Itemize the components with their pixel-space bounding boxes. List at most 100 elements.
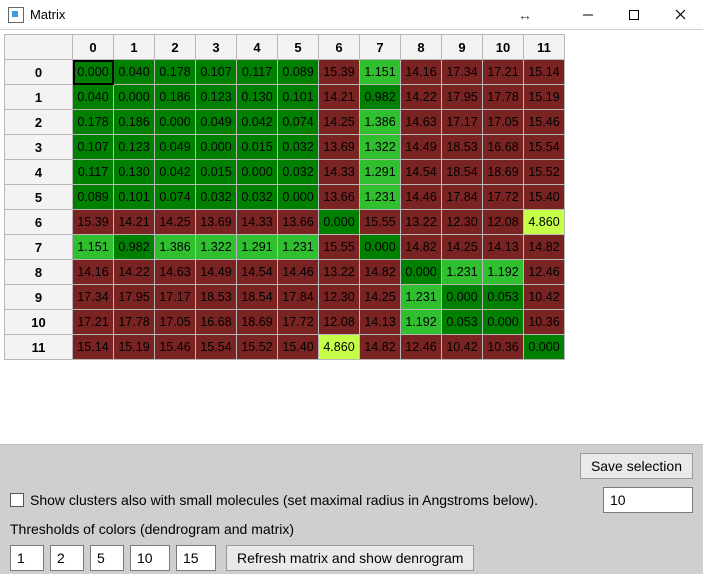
matrix-cell[interactable]: 14.63 bbox=[155, 260, 196, 285]
matrix-cell[interactable]: 0.000 bbox=[524, 335, 565, 360]
matrix-cell[interactable]: 13.69 bbox=[319, 135, 360, 160]
matrix-cell[interactable]: 14.25 bbox=[360, 285, 401, 310]
matrix-cell[interactable]: 17.95 bbox=[114, 285, 155, 310]
row-header[interactable]: 3 bbox=[5, 135, 73, 160]
matrix-cell[interactable]: 0.000 bbox=[319, 210, 360, 235]
col-header[interactable]: 8 bbox=[401, 35, 442, 60]
matrix-cell[interactable]: 1.386 bbox=[360, 110, 401, 135]
matrix-cell[interactable]: 14.49 bbox=[196, 260, 237, 285]
matrix-cell[interactable]: 1.322 bbox=[360, 135, 401, 160]
matrix-cell[interactable]: 0.117 bbox=[73, 160, 114, 185]
row-header[interactable]: 5 bbox=[5, 185, 73, 210]
matrix-cell[interactable]: 0.982 bbox=[114, 235, 155, 260]
col-header[interactable]: 10 bbox=[483, 35, 524, 60]
matrix-cell[interactable]: 0.186 bbox=[155, 85, 196, 110]
matrix-cell[interactable]: 10.42 bbox=[524, 285, 565, 310]
matrix-cell[interactable]: 12.46 bbox=[401, 335, 442, 360]
matrix-cell[interactable]: 4.860 bbox=[524, 210, 565, 235]
matrix-cell[interactable]: 0.074 bbox=[155, 185, 196, 210]
threshold-input-0[interactable] bbox=[10, 545, 44, 571]
matrix-cell[interactable]: 18.54 bbox=[442, 160, 483, 185]
matrix-cell[interactable]: 4.860 bbox=[319, 335, 360, 360]
matrix-cell[interactable]: 15.14 bbox=[524, 60, 565, 85]
matrix-cell[interactable]: 14.46 bbox=[278, 260, 319, 285]
matrix-cell[interactable]: 17.21 bbox=[483, 60, 524, 85]
matrix-cell[interactable]: 18.53 bbox=[196, 285, 237, 310]
matrix-cell[interactable]: 0.089 bbox=[278, 60, 319, 85]
matrix-cell[interactable]: 17.05 bbox=[483, 110, 524, 135]
matrix-cell[interactable]: 15.39 bbox=[319, 60, 360, 85]
matrix-cell[interactable]: 14.22 bbox=[114, 260, 155, 285]
matrix-cell[interactable]: 17.95 bbox=[442, 85, 483, 110]
save-selection-button[interactable]: Save selection bbox=[580, 453, 693, 479]
matrix-cell[interactable]: 0.040 bbox=[73, 85, 114, 110]
matrix-cell[interactable]: 0.074 bbox=[278, 110, 319, 135]
col-header[interactable]: 6 bbox=[319, 35, 360, 60]
threshold-input-4[interactable] bbox=[176, 545, 216, 571]
matrix-cell[interactable]: 1.291 bbox=[237, 235, 278, 260]
matrix-cell[interactable]: 17.84 bbox=[442, 185, 483, 210]
maximize-button[interactable] bbox=[611, 0, 657, 30]
matrix-cell[interactable]: 0.000 bbox=[155, 110, 196, 135]
matrix-cell[interactable]: 0.982 bbox=[360, 85, 401, 110]
col-header[interactable]: 2 bbox=[155, 35, 196, 60]
matrix-cell[interactable]: 14.25 bbox=[442, 235, 483, 260]
col-header[interactable]: 11 bbox=[524, 35, 565, 60]
matrix-cell[interactable]: 0.049 bbox=[196, 110, 237, 135]
matrix-cell[interactable]: 1.231 bbox=[360, 185, 401, 210]
matrix-cell[interactable]: 14.16 bbox=[73, 260, 114, 285]
matrix-cell[interactable]: 0.049 bbox=[155, 135, 196, 160]
matrix-cell[interactable]: 15.19 bbox=[524, 85, 565, 110]
matrix-cell[interactable]: 0.130 bbox=[237, 85, 278, 110]
matrix-cell[interactable]: 0.032 bbox=[196, 185, 237, 210]
matrix-cell[interactable]: 10.42 bbox=[442, 335, 483, 360]
matrix-cell[interactable]: 18.69 bbox=[483, 160, 524, 185]
matrix-cell[interactable]: 12.46 bbox=[524, 260, 565, 285]
matrix-cell[interactable]: 17.21 bbox=[73, 310, 114, 335]
col-header[interactable]: 1 bbox=[114, 35, 155, 60]
matrix-cell[interactable]: 0.000 bbox=[114, 85, 155, 110]
matrix-cell[interactable]: 0.000 bbox=[196, 135, 237, 160]
close-button[interactable] bbox=[657, 0, 703, 30]
matrix-cell[interactable]: 1.151 bbox=[360, 60, 401, 85]
matrix-cell[interactable]: 15.54 bbox=[524, 135, 565, 160]
matrix-cell[interactable]: 15.40 bbox=[524, 185, 565, 210]
matrix-cell[interactable]: 1.231 bbox=[278, 235, 319, 260]
matrix-cell[interactable]: 16.68 bbox=[483, 135, 524, 160]
matrix-cell[interactable]: 0.015 bbox=[237, 135, 278, 160]
matrix-cell[interactable]: 0.000 bbox=[237, 160, 278, 185]
matrix-cell[interactable]: 1.231 bbox=[401, 285, 442, 310]
matrix-cell[interactable]: 14.21 bbox=[114, 210, 155, 235]
matrix-cell[interactable]: 17.84 bbox=[278, 285, 319, 310]
matrix-cell[interactable]: 14.82 bbox=[401, 235, 442, 260]
matrix-cell[interactable]: 0.130 bbox=[114, 160, 155, 185]
matrix-cell[interactable]: 13.66 bbox=[278, 210, 319, 235]
matrix-cell[interactable]: 16.68 bbox=[196, 310, 237, 335]
matrix-cell[interactable]: 0.053 bbox=[442, 310, 483, 335]
matrix-cell[interactable]: 17.72 bbox=[278, 310, 319, 335]
matrix-cell[interactable]: 15.52 bbox=[524, 160, 565, 185]
max-radius-input[interactable] bbox=[603, 487, 693, 513]
matrix-cell[interactable]: 0.053 bbox=[483, 285, 524, 310]
row-header[interactable]: 8 bbox=[5, 260, 73, 285]
matrix-cell[interactable]: 0.042 bbox=[155, 160, 196, 185]
row-header[interactable]: 1 bbox=[5, 85, 73, 110]
matrix-cell[interactable]: 1.386 bbox=[155, 235, 196, 260]
matrix-cell[interactable]: 14.33 bbox=[319, 160, 360, 185]
matrix-cell[interactable]: 17.78 bbox=[114, 310, 155, 335]
col-header[interactable]: 9 bbox=[442, 35, 483, 60]
matrix-cell[interactable]: 0.186 bbox=[114, 110, 155, 135]
matrix-cell[interactable]: 0.101 bbox=[278, 85, 319, 110]
matrix-cell[interactable]: 0.040 bbox=[114, 60, 155, 85]
col-header[interactable]: 4 bbox=[237, 35, 278, 60]
matrix-cell[interactable]: 0.107 bbox=[73, 135, 114, 160]
matrix-cell[interactable]: 13.69 bbox=[196, 210, 237, 235]
threshold-input-3[interactable] bbox=[130, 545, 170, 571]
matrix-cell[interactable]: 17.05 bbox=[155, 310, 196, 335]
matrix-cell[interactable]: 15.55 bbox=[360, 210, 401, 235]
show-clusters-checkbox[interactable] bbox=[10, 493, 24, 507]
matrix-cell[interactable]: 15.39 bbox=[73, 210, 114, 235]
matrix-cell[interactable]: 1.322 bbox=[196, 235, 237, 260]
matrix-cell[interactable]: 10.36 bbox=[483, 335, 524, 360]
distance-matrix-table[interactable]: 01234567891011 00.0000.0400.1780.1070.11… bbox=[4, 34, 565, 360]
